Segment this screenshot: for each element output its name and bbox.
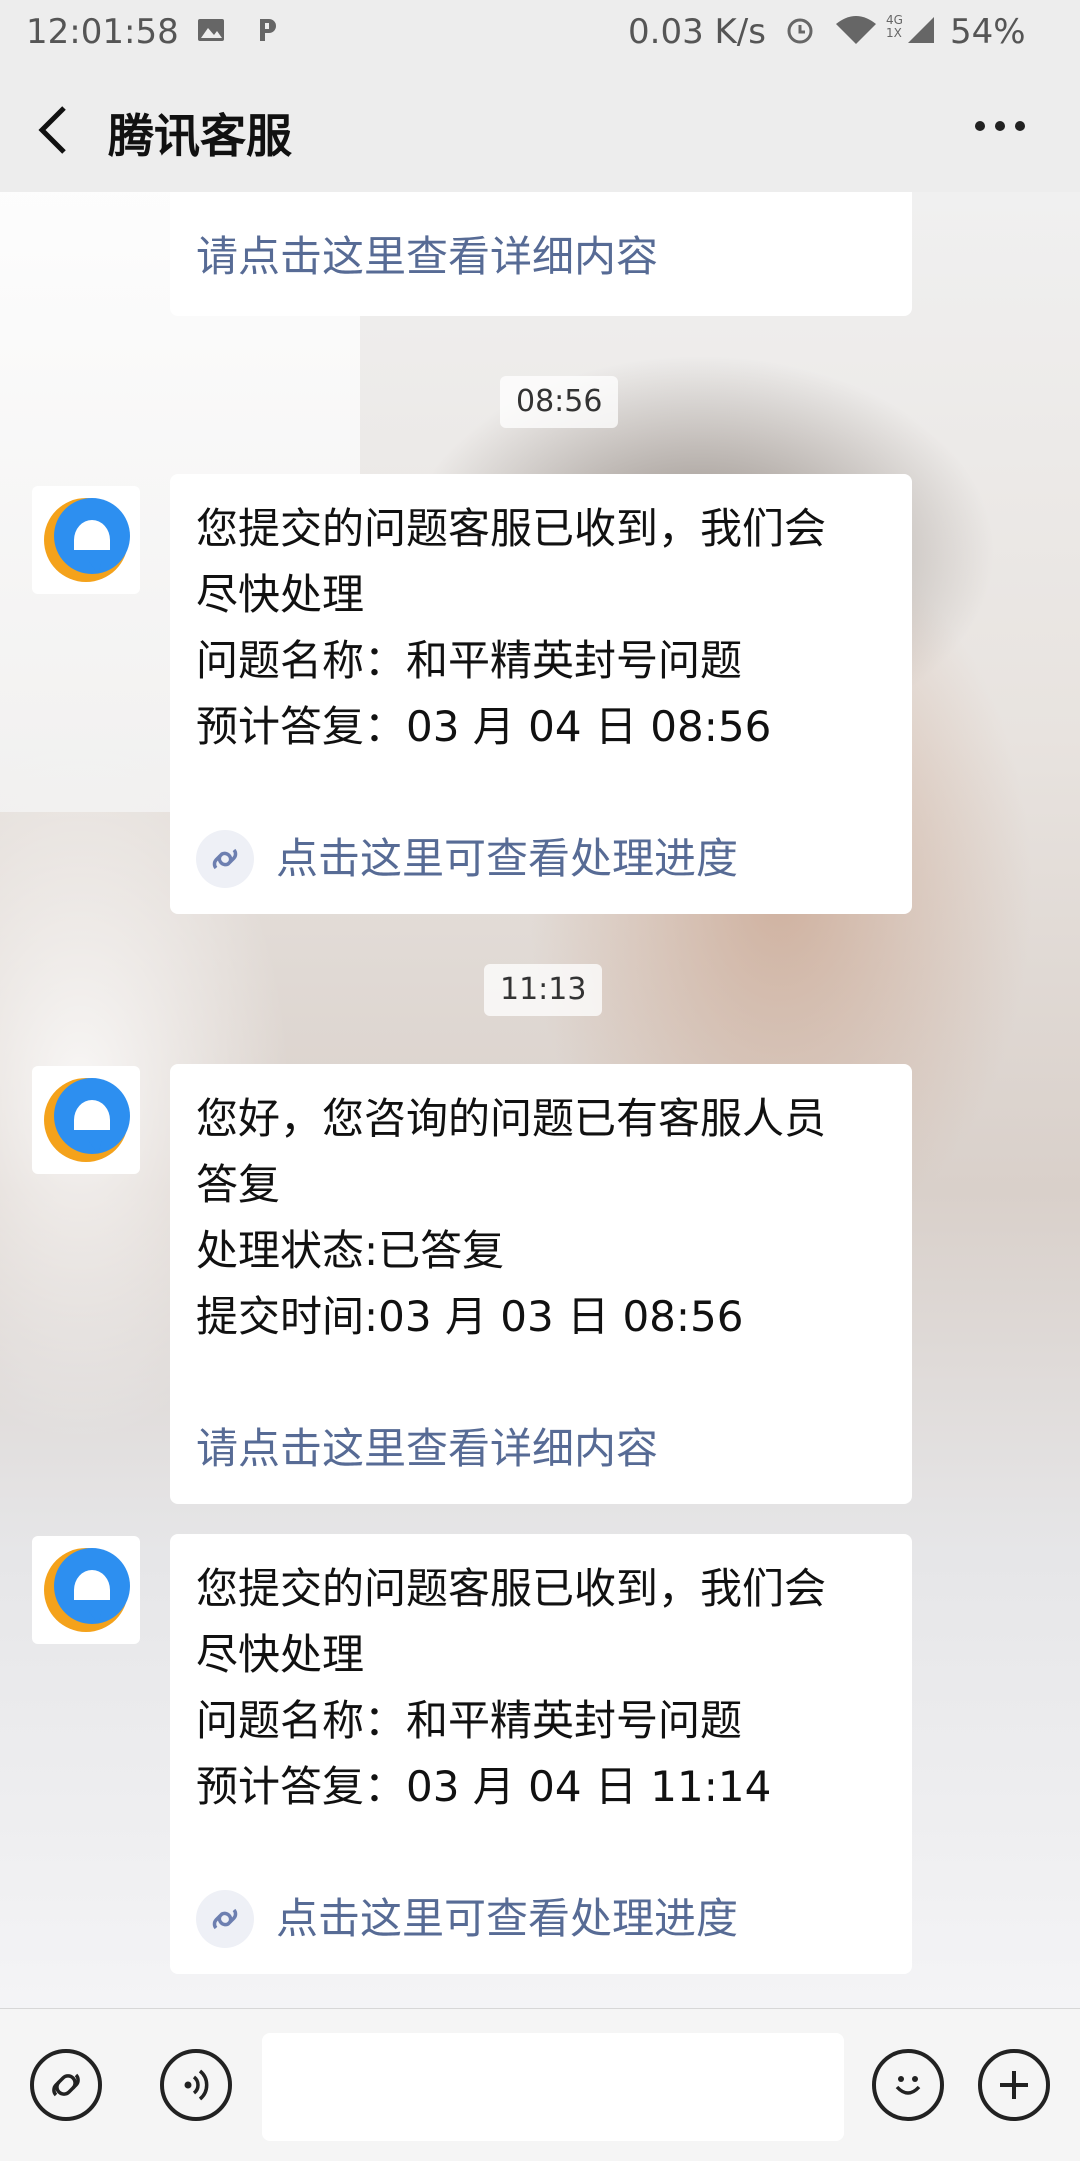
message-input[interactable] (262, 2033, 844, 2141)
input-bar (0, 2008, 1080, 2161)
message-line: 尽快处理 (196, 1630, 365, 1679)
message-timestamp: 11:13 (484, 964, 603, 1016)
voice-button[interactable] (160, 2049, 232, 2121)
page-title: 腾讯客服 (108, 109, 292, 163)
qq-service-icon (44, 1078, 130, 1162)
avatar[interactable] (32, 1066, 140, 1174)
message-line: 您提交的问题客服已收到，我们会 (196, 504, 827, 553)
emoji-button[interactable] (872, 2049, 944, 2121)
message-line: 预计答复：03 月 04 日 11:14 (196, 1762, 772, 1811)
avatar[interactable] (32, 1536, 140, 1644)
image-icon (196, 14, 226, 54)
mini-program-button[interactable] (30, 2049, 102, 2121)
parking-icon (252, 14, 282, 54)
message-line: 问题名称：和平精英封号问题 (196, 1696, 743, 1745)
network-speed: 0.03 K/s (628, 12, 766, 52)
status-time: 12:01:58 (26, 12, 179, 52)
message-line: 答复 (196, 1160, 281, 1209)
detail-link[interactable]: 请点击这里查看详细内容 (196, 1416, 886, 1482)
chat-header: 腾讯客服 (0, 66, 1080, 193)
message-card: 请点击这里查看详细内容 (170, 192, 912, 316)
network-type: 4G 1X (886, 13, 903, 40)
message-line: 您提交的问题客服已收到，我们会 (196, 1564, 827, 1613)
message-line: 问题名称：和平精英封号问题 (196, 636, 743, 685)
message-card: 您提交的问题客服已收到，我们会 尽快处理 问题名称：和平精英封号问题 预计答复：… (170, 474, 912, 914)
qq-service-icon (44, 1548, 130, 1632)
message-line: 您好，您咨询的问题已有客服人员 (196, 1094, 827, 1143)
voice-icon (184, 2069, 209, 2101)
message-line: 提交时间:03 月 03 日 08:56 (196, 1292, 744, 1341)
progress-link[interactable]: 点击这里可查看处理进度 (196, 826, 886, 892)
detail-link[interactable]: 请点击这里查看详细内容 (196, 224, 886, 290)
status-bar: 12:01:58 0.03 K/s 4G 1X 54% (0, 0, 1080, 66)
wifi-icon (834, 14, 878, 55)
progress-link-label: 点击这里可查看处理进度 (276, 834, 739, 883)
message-card: 您好，您咨询的问题已有客服人员 答复 处理状态:已答复 提交时间:03 月 03… (170, 1064, 912, 1504)
mini-program-icon (196, 830, 254, 888)
qq-service-icon (44, 498, 130, 582)
progress-link-label: 点击这里可查看处理进度 (276, 1894, 739, 1943)
message-line: 尽快处理 (196, 570, 365, 619)
alarm-icon (784, 14, 816, 55)
chat-background: 请点击这里查看详细内容 08:56 您提交的问题客服已收到，我们会 尽快处理 问… (0, 192, 1080, 2008)
message-line: 预计答复：03 月 04 日 08:56 (196, 702, 772, 751)
avatar[interactable] (32, 486, 140, 594)
more-button[interactable] (974, 118, 1026, 137)
signal-icon (906, 14, 936, 54)
battery-level: 54% (950, 12, 1026, 52)
emoji-icon (895, 2076, 921, 2095)
back-button[interactable] (34, 104, 74, 160)
more-functions-button[interactable] (978, 2049, 1050, 2121)
message-timestamp: 08:56 (500, 376, 619, 428)
mini-program-icon (196, 1890, 254, 1948)
message-card: 您提交的问题客服已收到，我们会 尽快处理 问题名称：和平精英封号问题 预计答复：… (170, 1534, 912, 1974)
link-icon (52, 2073, 80, 2097)
message-line: 处理状态:已答复 (196, 1226, 505, 1275)
plus-icon (1000, 2071, 1028, 2099)
progress-link[interactable]: 点击这里可查看处理进度 (196, 1886, 886, 1952)
